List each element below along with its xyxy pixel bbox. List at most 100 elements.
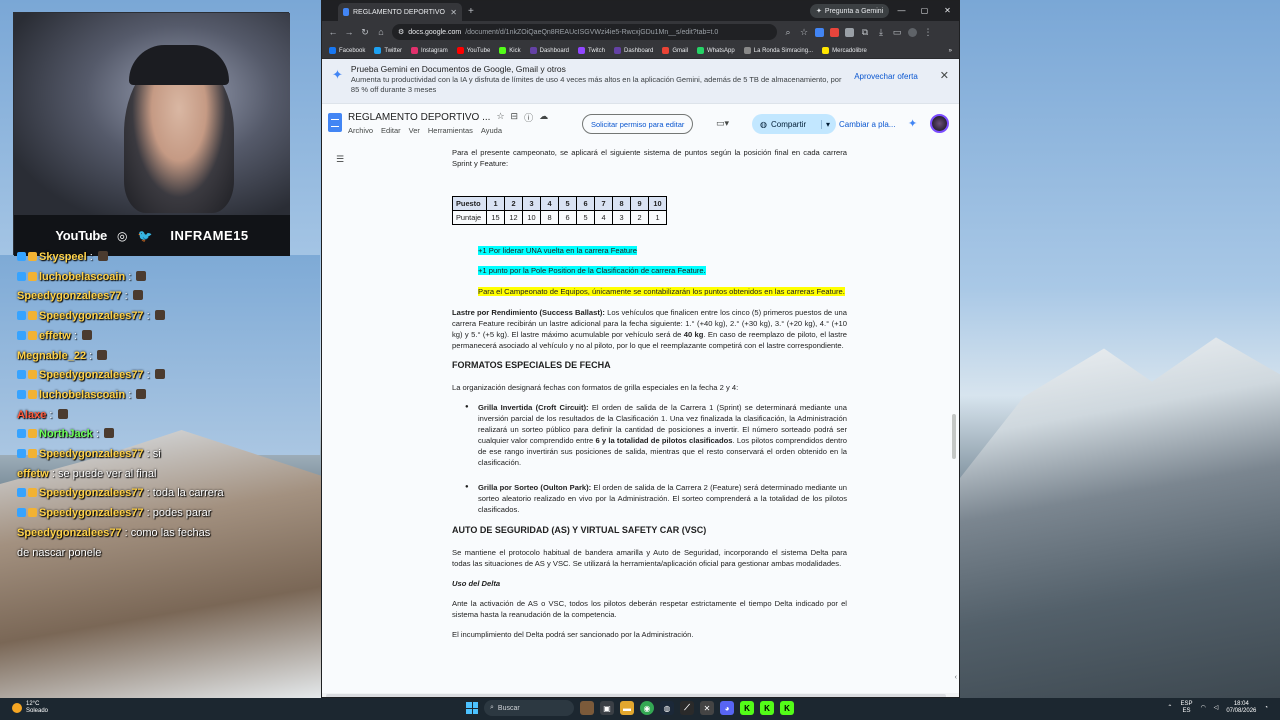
extension-icon[interactable]	[815, 27, 824, 37]
file-explorer-icon[interactable]: ▬	[620, 701, 634, 715]
list-item: Grilla por Sorteo (Oulton Park): El orde…	[465, 482, 847, 515]
chat-username[interactable]: Speedygonzalees77	[39, 369, 144, 381]
bookmark-item[interactable]: YouTube	[456, 47, 490, 54]
avatar[interactable]	[930, 114, 949, 133]
app-icon[interactable]: ✕	[700, 701, 714, 715]
windows-start-icon[interactable]	[466, 702, 478, 714]
minimize-button[interactable]: —	[890, 1, 913, 21]
scroll-down-icon[interactable]: ‹	[955, 674, 957, 681]
chat-username[interactable]: effetw	[17, 468, 49, 480]
chat-username[interactable]: Speedygonzalees77	[17, 290, 122, 302]
chat-emote-icon	[136, 388, 147, 399]
bookmark-item[interactable]: Gmail	[662, 47, 688, 54]
close-tab-icon[interactable]: ✕	[450, 8, 457, 17]
bookmark-star-icon[interactable]: ☆	[799, 27, 809, 38]
chat-username[interactable]: Speedygonzalees77	[39, 448, 144, 460]
chat-username[interactable]: luchobelascoain	[39, 271, 125, 283]
chat-message: Speedygonzalees77 : toda la carrera	[17, 484, 317, 504]
gemini-sparkle-icon[interactable]: ✦	[908, 117, 917, 130]
chat-username[interactable]: Speedygonzalees77	[17, 527, 122, 539]
move-folder-icon[interactable]: ⊟	[511, 111, 519, 124]
bookmark-item[interactable]: Dashboard	[529, 47, 569, 54]
maximize-button[interactable]: ▢	[913, 1, 936, 21]
request-edit-button[interactable]: Solicitar permiso para editar	[582, 114, 694, 134]
bookmark-item[interactable]: Twitch	[578, 47, 605, 54]
app-icon[interactable]: ⟋	[680, 701, 694, 715]
docs-logo-icon[interactable]	[328, 113, 342, 132]
vertical-scrollbar[interactable]	[952, 414, 956, 459]
menu-item[interactable]: Ver	[409, 126, 420, 135]
menu-item[interactable]: Editar	[381, 126, 401, 135]
close-window-button[interactable]: ✕	[936, 1, 959, 21]
ask-gemini-button[interactable]: ✦ Pregunta a Gemini	[810, 4, 890, 18]
chat-username[interactable]: Alaxe	[17, 409, 46, 421]
bookmark-item[interactable]: Dashboard	[614, 47, 653, 54]
chat-username[interactable]: luchobelascoain	[39, 389, 125, 401]
outline-toggle-icon[interactable]: ☰	[336, 154, 344, 165]
bookmark-item[interactable]: Kick	[499, 47, 521, 54]
clock[interactable]: 18:04 07/08/2026	[1226, 701, 1256, 715]
language-indicator[interactable]: ESP ES	[1180, 701, 1192, 715]
kick-icon[interactable]: K	[760, 701, 774, 715]
tab-document[interactable]: REGLAMENTO DEPORTIVO BTC ✕	[338, 3, 462, 21]
extension-icon[interactable]	[845, 27, 854, 37]
bookmark-item[interactable]: WhatsApp	[697, 47, 735, 54]
cloud-status-icon[interactable]: ☁	[539, 111, 548, 124]
chat-emote-icon	[81, 329, 92, 340]
url-field[interactable]: ⚙ docs.google.com/document/d/1nkZOiQaeQn…	[392, 24, 777, 40]
switch-plan-button[interactable]: Cambiar a pla...	[839, 120, 895, 129]
chat-username[interactable]: Speedygonzalees77	[39, 487, 144, 499]
document-title[interactable]: REGLAMENTO DEPORTIVO ...	[348, 112, 490, 123]
more-bookmarks-icon[interactable]: »	[949, 48, 952, 54]
kick-icon[interactable]: K	[740, 701, 754, 715]
tray-chevron-icon[interactable]: ⌃	[1167, 705, 1172, 712]
kick-icon[interactable]: K	[780, 701, 794, 715]
chat-username[interactable]: Megnable_22	[17, 350, 86, 362]
wifi-icon[interactable]: ◠	[1200, 705, 1205, 712]
zoom-icon[interactable]: ⌕	[783, 27, 793, 38]
bookmark-item[interactable]: Instagram	[411, 47, 448, 54]
chat-username[interactable]: Speedygonzalees77	[39, 310, 144, 322]
bookmark-item[interactable]: La Ronda Simracing...	[743, 47, 813, 54]
extensions-puzzle-icon[interactable]: ⧉	[860, 27, 870, 38]
bookmark-item[interactable]: Twitter	[374, 47, 402, 54]
forward-icon[interactable]: →	[344, 27, 354, 37]
back-icon[interactable]: ←	[328, 27, 338, 37]
chat-username[interactable]: Speedygonzalees77	[39, 507, 144, 519]
chrome-icon[interactable]: ◉	[640, 701, 654, 715]
search-highlight-icon[interactable]	[580, 701, 594, 715]
offer-button[interactable]: Aprovechar oferta	[854, 72, 918, 81]
discord-icon[interactable]: ◕	[720, 701, 734, 715]
steam-icon[interactable]: ◍	[660, 701, 674, 715]
site-info-icon[interactable]: ⚙	[398, 28, 404, 36]
star-icon[interactable]: ☆	[496, 111, 504, 124]
meet-video-icon[interactable]: ▭▾	[716, 118, 729, 129]
close-icon[interactable]: ✕	[940, 69, 949, 82]
table-cell: 1	[486, 196, 505, 211]
menu-item[interactable]: Archivo	[348, 126, 373, 135]
menu-item[interactable]: Ayuda	[481, 126, 502, 135]
table-cell: 7	[594, 196, 613, 211]
chat-username[interactable]: Skyspeel	[39, 251, 87, 263]
menu-item[interactable]: Herramientas	[428, 126, 473, 135]
share-dropdown-icon[interactable]: ▾	[820, 119, 830, 129]
download-icon[interactable]: ⤓	[876, 27, 886, 38]
task-view-icon[interactable]: ▣	[600, 701, 614, 715]
reload-icon[interactable]: ↻	[360, 27, 370, 38]
volume-icon[interactable]: ◁	[1214, 705, 1219, 712]
info-icon[interactable]: ⓘ	[524, 111, 533, 124]
new-tab-button[interactable]: +	[468, 6, 474, 17]
taskbar-search[interactable]: ⌕ Buscar	[484, 700, 574, 716]
menu-icon[interactable]: ⋮	[923, 27, 933, 38]
extension-icon[interactable]	[830, 27, 839, 37]
notification-icon[interactable]: ◔	[1264, 705, 1268, 712]
chat-username[interactable]: effetw	[39, 330, 71, 342]
bookmark-item[interactable]: Facebook	[329, 47, 365, 54]
share-button[interactable]: ◍ Compartir ▾	[752, 114, 836, 134]
bookmark-item[interactable]: Mercadolibre	[822, 47, 867, 54]
home-icon[interactable]: ⌂	[376, 27, 386, 37]
profile-avatar[interactable]	[908, 27, 917, 37]
split-view-icon[interactable]: ▭	[892, 27, 902, 38]
chat-username[interactable]: NorthJack	[39, 428, 93, 440]
weather-widget[interactable]: 12°C Soleado	[12, 701, 48, 715]
